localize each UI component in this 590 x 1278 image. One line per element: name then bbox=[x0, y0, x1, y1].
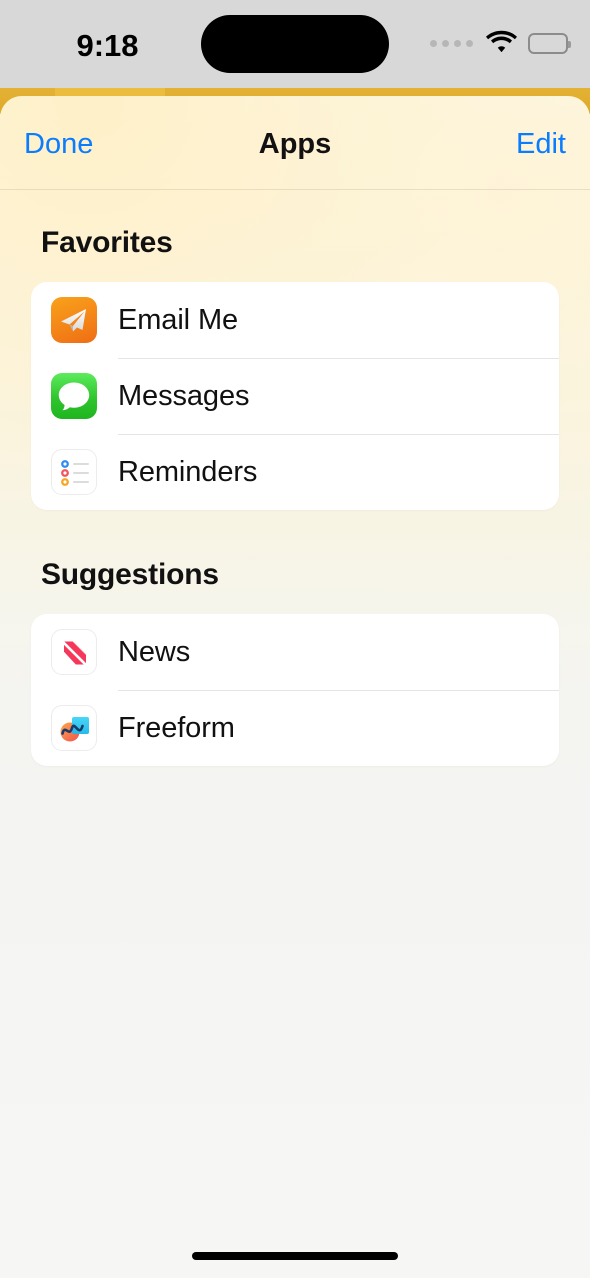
reminders-app-icon bbox=[51, 449, 97, 495]
apps-list: Favorites Email Me Messages Reminders Su… bbox=[0, 190, 590, 766]
edit-button[interactable]: Edit bbox=[516, 128, 566, 161]
list-item-reminders[interactable]: Reminders bbox=[31, 434, 559, 510]
signal-dots-icon bbox=[430, 39, 473, 47]
wifi-icon bbox=[486, 29, 517, 57]
list-item-news[interactable]: News bbox=[31, 614, 559, 690]
status-bar-indicators bbox=[430, 29, 571, 57]
battery-full-icon bbox=[528, 32, 571, 54]
section-header-favorites: Favorites bbox=[41, 226, 173, 259]
navigation-bar: Done Apps Edit bbox=[0, 96, 590, 190]
list-item-email-me[interactable]: Email Me bbox=[31, 282, 559, 358]
favorites-card: Email Me Messages Reminders bbox=[31, 282, 559, 510]
status-bar-time: 9:18 bbox=[76, 28, 139, 63]
news-app-icon bbox=[51, 629, 97, 675]
apps-sheet: Done Apps Edit Favorites Email Me Messag… bbox=[0, 96, 590, 1278]
list-item-label: Email Me bbox=[118, 303, 239, 336]
dynamic-island bbox=[201, 15, 389, 73]
messages-app-icon bbox=[51, 373, 97, 419]
page-title: Apps bbox=[258, 128, 332, 160]
freeform-app-icon bbox=[51, 705, 97, 751]
section-header-suggestions: Suggestions bbox=[41, 558, 219, 591]
list-item-label: Reminders bbox=[118, 455, 258, 488]
list-item-label: Messages bbox=[118, 379, 250, 412]
suggestions-card: News Freeform bbox=[31, 614, 559, 766]
list-item-messages[interactable]: Messages bbox=[31, 358, 559, 434]
email-me-app-icon bbox=[51, 297, 97, 343]
section-favorites: Favorites Email Me Messages Reminders bbox=[0, 190, 590, 510]
list-item-freeform[interactable]: Freeform bbox=[31, 690, 559, 766]
list-item-label: Freeform bbox=[118, 711, 235, 744]
status-bar: 9:18 bbox=[0, 0, 590, 88]
list-item-label: News bbox=[118, 635, 191, 668]
iphone-screen: 9:18 Done Apps Edit Favorites Email Me M… bbox=[0, 0, 590, 1278]
home-indicator[interactable] bbox=[192, 1252, 398, 1260]
section-suggestions: Suggestions News Freeform bbox=[0, 510, 590, 766]
